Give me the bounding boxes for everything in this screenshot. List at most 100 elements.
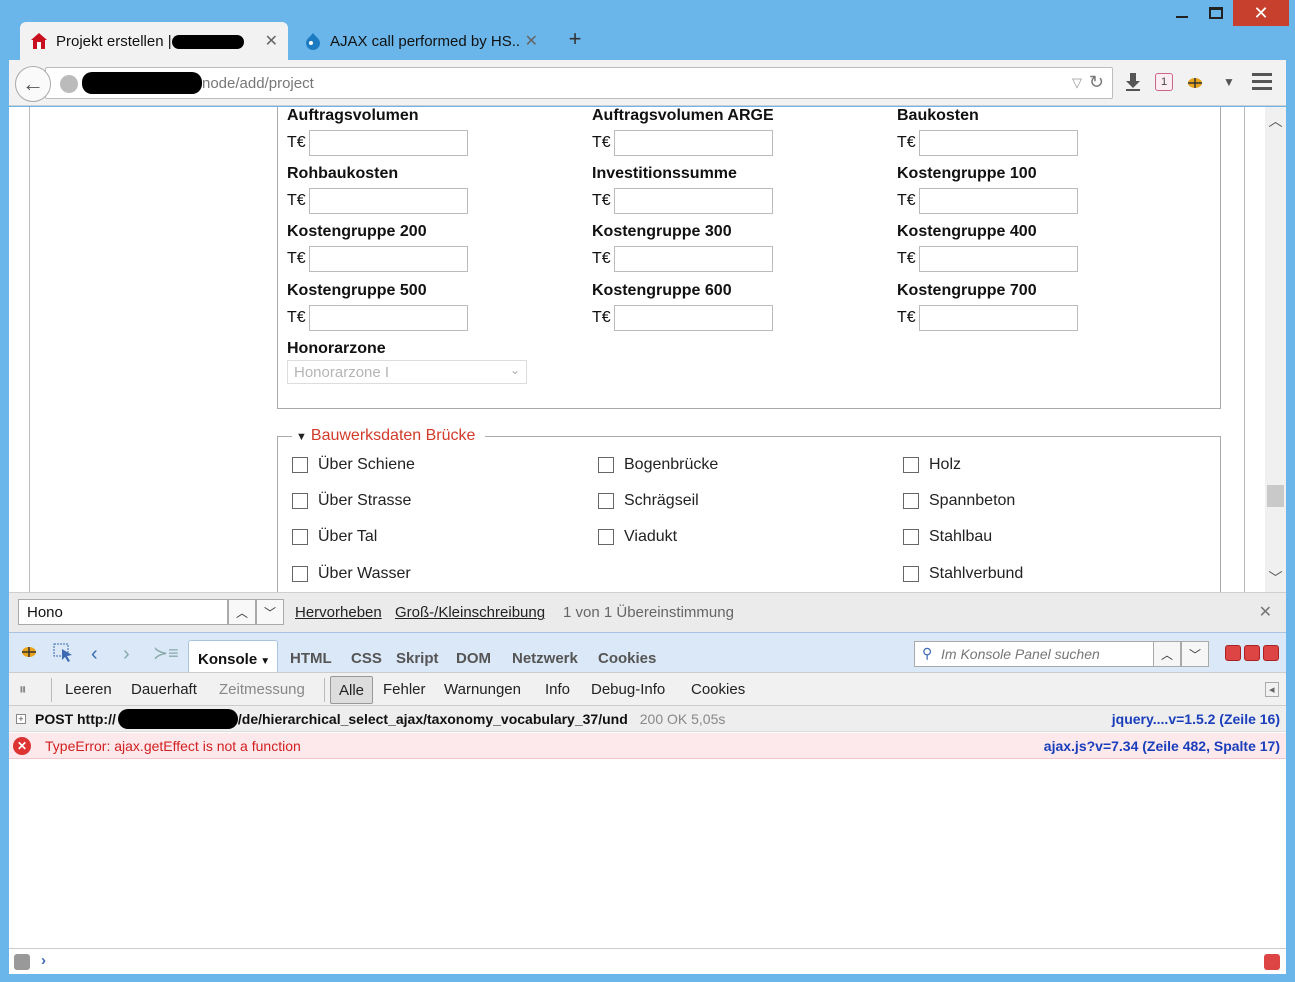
filter-cookies[interactable]: Cookies [691,681,745,698]
scrollbar-thumb[interactable] [1267,485,1284,507]
checkbox-box[interactable] [292,566,308,582]
checkbox-stahlverbund[interactable]: Stahlverbund [903,565,1023,583]
checkbox-box[interactable] [598,529,614,545]
back-icon[interactable]: ‹ [91,643,98,666]
tab-ajax-call[interactable]: AJAX call performed by HS... ✕ [294,22,548,60]
pause-icon[interactable]: ⏸ [19,681,27,698]
firebug-minimize-icon[interactable] [1225,645,1241,661]
checkbox-holz[interactable]: Holz [903,456,961,474]
checkbox-viadukt[interactable]: Viadukt [598,528,677,546]
close-icon[interactable]: ✕ [1259,602,1272,622]
tab-close-icon[interactable]: ✕ [265,31,278,51]
checkbox-box[interactable] [903,566,919,582]
filter-debug-info[interactable]: Debug-Info [591,681,665,698]
honorarzone-select[interactable]: Honorarzone I ⌄ [287,360,527,384]
kostengruppe-300-input[interactable] [614,246,773,272]
notification-badge[interactable]: 1 [1155,73,1173,91]
search-next-button[interactable]: ﹀ [1181,641,1209,667]
side-panel-toggle-icon[interactable]: ◂ [1265,682,1279,697]
checkbox-box[interactable] [903,457,919,473]
tab-dom[interactable]: DOM [456,650,491,667]
console-search-input[interactable]: ⚲ Im Konsole Panel suchen [914,641,1154,667]
kostengruppe-100-input[interactable] [919,188,1078,214]
kostengruppe-700-input[interactable] [919,305,1078,331]
auftragsvolumen-input[interactable] [309,130,468,156]
checkbox-box[interactable] [598,457,614,473]
inspect-element-icon[interactable] [53,643,75,668]
clear-button[interactable]: Leeren [65,681,112,698]
site-identity-icon[interactable] [60,75,78,93]
find-previous-button[interactable]: ︿ [228,599,256,625]
back-button[interactable]: ← [15,66,51,102]
checkbox-box[interactable] [903,529,919,545]
kostengruppe-400-input[interactable] [919,246,1078,272]
downloads-icon[interactable] [1121,68,1145,96]
profile-button[interactable]: Zeitmessung [219,681,305,698]
checkbox-spannbeton[interactable]: Spannbeton [903,492,1015,510]
filter-warnings[interactable]: Warnungen [444,681,521,698]
checkbox-ueber-strasse[interactable]: Über Strasse [292,492,411,510]
tab-konsole[interactable]: Konsole ▼ [188,640,278,674]
checkbox-ueber-schiene[interactable]: Über Schiene [292,456,415,474]
filter-all[interactable]: Alle [330,676,374,704]
find-input[interactable]: Hono [18,599,228,625]
checkbox-schraegseil[interactable]: Schrägseil [598,492,699,510]
baukosten-input[interactable] [919,130,1078,156]
source-link[interactable]: ajax.js?v=7.34 (Zeile 482, Spalte 17) [1044,738,1280,754]
tab-skript[interactable]: Skript [396,650,439,667]
kostengruppe-500-input[interactable] [309,305,468,331]
highlight-toggle[interactable]: Hervorheben [295,604,382,621]
scroll-down-icon[interactable]: ﹀ [1265,568,1286,588]
reload-icon[interactable]: ↻ [1089,72,1104,93]
checkbox-box[interactable] [292,529,308,545]
close-window-button[interactable]: ✕ [1233,0,1289,26]
new-tab-button[interactable]: + [564,26,586,52]
rohbaukosten-input[interactable] [309,188,468,214]
checkbox-ueber-tal[interactable]: Über Tal [292,528,377,546]
checkbox-box[interactable] [292,493,308,509]
tab-cookies[interactable]: Cookies [598,650,656,667]
tab-close-icon[interactable]: ✕ [525,31,538,51]
log-entry-post[interactable]: + POST http:// /de/hierarchical_select_a… [9,706,1286,732]
kostengruppe-600-input[interactable] [614,305,773,331]
log-entry-error[interactable]: ✕ TypeError: ajax.getEffect is not a fun… [9,733,1286,759]
menu-icon[interactable] [1252,73,1272,94]
firebug-menu-icon[interactable] [19,643,39,664]
expand-icon[interactable]: + [16,713,26,724]
command-editor-icon[interactable]: ≻≡ [153,643,179,664]
match-case-toggle[interactable]: Groß-/Kleinschreibung [395,604,545,621]
checkbox-ueber-wasser[interactable]: Über Wasser [292,565,411,583]
firebug-close-icon[interactable] [1263,645,1279,661]
source-link[interactable]: jquery....v=1.5.2 (Zeile 16) [1112,711,1280,727]
firebug-detach-icon[interactable] [1244,645,1260,661]
checkbox-stahlbau[interactable]: Stahlbau [903,528,992,546]
auftragsvolumen-arge-input[interactable] [614,130,773,156]
forward-icon[interactable]: › [123,643,130,666]
filter-errors[interactable]: Fehler [383,681,426,698]
find-next-button[interactable]: ﹀ [256,599,284,625]
firebug-icon[interactable] [1183,68,1207,96]
checkbox-bogenbruecke[interactable]: Bogenbrücke [598,456,718,474]
search-previous-button[interactable]: ︿ [1153,641,1181,667]
scroll-up-icon[interactable]: ︿ [1265,111,1286,131]
page-scrollbar[interactable]: ︿ ﹀ [1265,107,1286,592]
tab-netzwerk[interactable]: Netzwerk [512,650,578,667]
investitionssumme-input[interactable] [614,188,773,214]
kostengruppe-200-input[interactable] [309,246,468,272]
toolbar-dropdown-icon[interactable]: ▼ [1217,68,1241,96]
expand-command-editor-icon[interactable] [1264,954,1280,970]
checkbox-box[interactable] [598,493,614,509]
url-bar[interactable]: node/add/project ▽ ↻ [45,67,1113,99]
url-history-dropdown-icon[interactable]: ▽ [1072,75,1082,91]
maximize-button[interactable] [1199,0,1233,26]
persist-button[interactable]: Dauerhaft [131,681,197,698]
bauwerksdaten-legend[interactable]: ▼ Bauwerksdaten Brücke [292,427,486,445]
tab-html[interactable]: HTML [290,650,332,667]
checkbox-box[interactable] [292,457,308,473]
tab-css[interactable]: CSS [351,650,382,667]
checkbox-box[interactable] [903,493,919,509]
filter-info[interactable]: Info [545,681,570,698]
tab-projekt-erstellen[interactable]: Projekt erstellen | ✕ [20,22,288,60]
command-editor-toggle-icon[interactable] [14,954,30,970]
command-line[interactable]: › [9,948,1286,974]
